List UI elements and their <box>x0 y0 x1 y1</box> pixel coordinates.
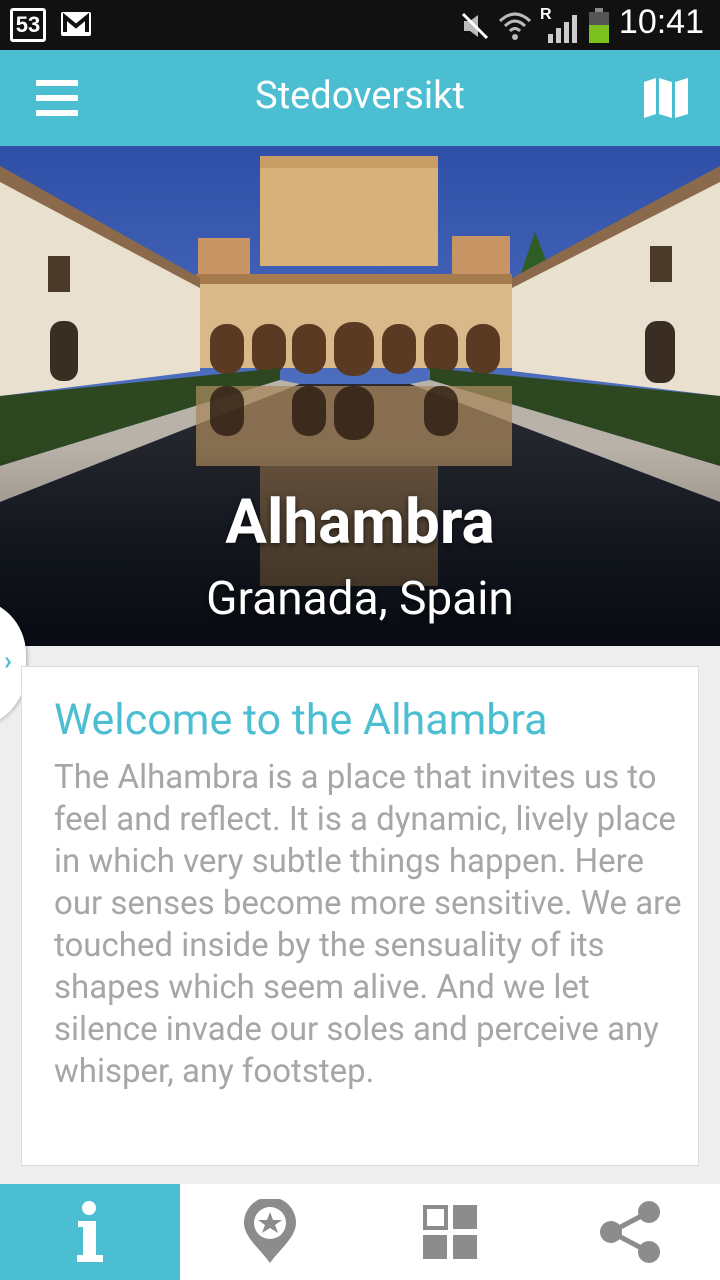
card-body: The Alhambra is a place that invites us … <box>54 758 682 1091</box>
place-location: Granada, Spain <box>206 572 514 626</box>
roaming-signal-icon: R <box>540 6 580 44</box>
chevron-right-icon: › <box>4 646 12 676</box>
share-icon <box>600 1201 660 1263</box>
app-bar: Stedoversikt <box>0 50 720 146</box>
grid-icon <box>423 1205 477 1259</box>
status-bar: 53 R 10:41 <box>0 0 720 50</box>
status-icons: R <box>460 6 610 46</box>
clock: 10:41 <box>618 3 704 41</box>
mail-icon <box>61 12 91 36</box>
tab-info[interactable] <box>0 1184 180 1280</box>
mute-icon <box>461 12 489 40</box>
info-icon <box>77 1201 103 1262</box>
notification-count-badge: 53 <box>10 8 46 42</box>
battery-icon <box>589 8 609 43</box>
hero-image: Alhambra Granada, Spain <box>0 146 720 646</box>
wifi-icon <box>498 12 532 40</box>
alhambra-photo <box>0 146 720 646</box>
page-title: Stedoversikt <box>255 74 465 118</box>
bottom-tab-bar <box>0 1184 720 1280</box>
tab-share[interactable] <box>540 1184 720 1280</box>
card-title: Welcome to the Alhambra <box>54 695 548 745</box>
tab-grid[interactable] <box>360 1184 540 1280</box>
description-card: Welcome to the Alhambra The Alhambra is … <box>21 666 699 1166</box>
map-pin-star-icon <box>244 1199 296 1263</box>
tab-places[interactable] <box>180 1184 360 1280</box>
place-title: Alhambra <box>225 486 495 559</box>
map-icon[interactable] <box>642 76 690 120</box>
